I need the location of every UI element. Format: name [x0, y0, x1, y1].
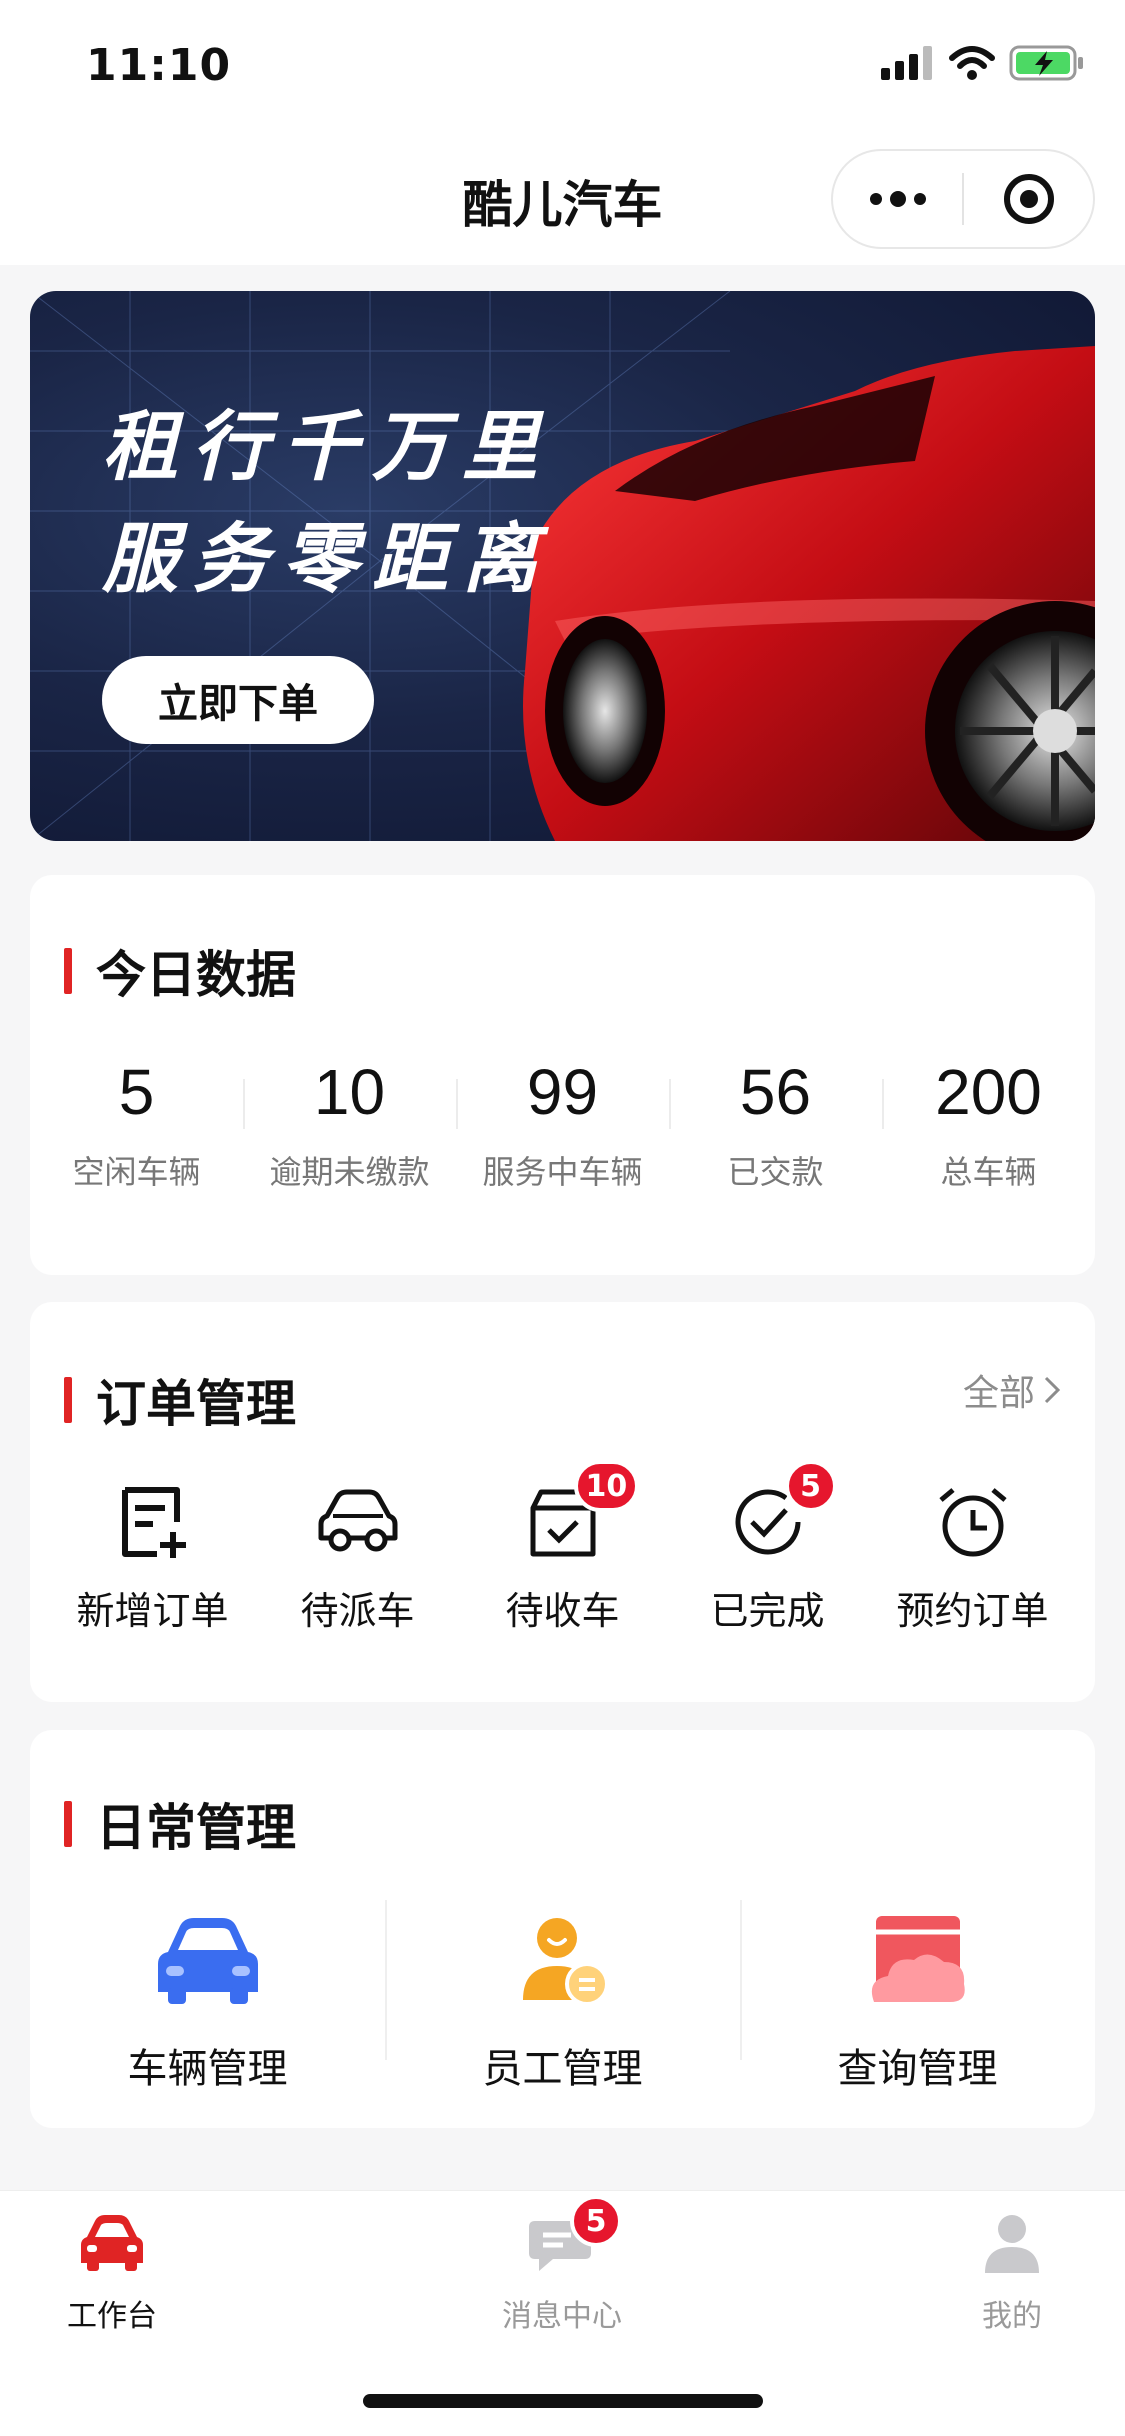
daily-item-staff-management[interactable]: 员工管理 — [385, 1900, 740, 2094]
status-bar: 11:10 — [0, 0, 1125, 135]
order-item-label: 新增订单 — [76, 1589, 229, 1633]
stat-label: 总车辆 — [940, 1153, 1037, 1191]
tab-messages[interactable]: 5 消息中心 — [462, 2195, 662, 2335]
banner-slogan-line1: 租行千万里 — [102, 402, 552, 491]
stat-vehicles-in-service[interactable]: 99 服务中车辆 — [456, 1055, 669, 1193]
stat-value: 56 — [739, 1056, 812, 1128]
pending-return-badge: 10 — [573, 1460, 640, 1512]
stat-label: 服务中车辆 — [482, 1153, 643, 1191]
daily-item-label: 车辆管理 — [127, 2046, 288, 2092]
target-icon — [1003, 174, 1054, 224]
order-item-label: 待收车 — [505, 1589, 620, 1633]
stat-total-vehicles[interactable]: 200 总车辆 — [882, 1055, 1095, 1193]
promo-banner[interactable]: 租行千万里 服务零距离 立即下单 — [30, 291, 1095, 841]
tab-label: 我的 — [982, 2299, 1042, 2334]
title-accent-bar — [64, 1801, 72, 1847]
nav-bar: 酷儿汽车 — [0, 135, 1125, 265]
status-icons — [881, 45, 1085, 81]
status-time: 11:10 — [86, 40, 232, 91]
stat-label: 空闲车辆 — [72, 1153, 201, 1191]
stat-value: 5 — [118, 1056, 155, 1128]
staff-icon — [522, 1918, 609, 2006]
order-item-completed[interactable]: 5 已完成 — [673, 1460, 863, 1635]
stat-value: 99 — [526, 1056, 599, 1128]
title-accent-bar — [64, 1377, 72, 1423]
daily-shortcuts: 车辆管理 员工管理 查询管理 — [30, 1900, 1095, 2094]
order-management-card: 订单管理 全部 新增订单 待派车 10 待收车 5 已完成 预约订单 — [30, 1302, 1095, 1702]
today-data-card: 今日数据 5 空闲车辆 10 逾期未缴款 99 服务中车辆 56 已交款 200… — [30, 875, 1095, 1275]
completed-badge: 5 — [784, 1460, 837, 1512]
stat-label: 已交款 — [727, 1153, 824, 1191]
banner-slogan-line2: 服务零距离 — [102, 514, 552, 603]
order-management-title-text: 订单管理 — [96, 1375, 296, 1433]
daily-management-title-text: 日常管理 — [96, 1799, 296, 1857]
order-item-label: 待派车 — [300, 1589, 415, 1633]
signal-icon — [881, 46, 932, 80]
add-order-icon — [121, 1487, 186, 1558]
order-item-pending-dispatch[interactable]: 待派车 — [263, 1482, 453, 1635]
tab-profile[interactable]: 我的 — [912, 2211, 1112, 2335]
stat-paid[interactable]: 56 已交款 — [669, 1055, 882, 1193]
daily-item-label: 员工管理 — [482, 2046, 643, 2092]
mini-program-capsule — [831, 149, 1095, 249]
order-management-title: 订单管理 — [64, 1364, 296, 1436]
daily-management-card: 日常管理 车辆管理 员工管理 查询管理 — [30, 1730, 1095, 2128]
today-data-title-text: 今日数据 — [96, 946, 296, 1004]
battery-charging-icon — [1009, 45, 1083, 81]
banner-slogan: 租行千万里 服务零距离 — [102, 391, 552, 615]
stat-idle-vehicles[interactable]: 5 空闲车辆 — [30, 1055, 243, 1193]
stats-row: 5 空闲车辆 10 逾期未缴款 99 服务中车辆 56 已交款 200 总车辆 — [30, 1055, 1095, 1193]
car-outline-icon — [318, 1489, 397, 1552]
chevron-right-icon — [1044, 1376, 1061, 1404]
daily-item-vehicle-management[interactable]: 车辆管理 — [30, 1900, 385, 2094]
order-shortcuts: 新增订单 待派车 10 待收车 5 已完成 预约订单 — [30, 1460, 1095, 1635]
order-item-new[interactable]: 新增订单 — [58, 1482, 248, 1635]
order-item-label: 预约订单 — [896, 1589, 1049, 1633]
view-all-label: 全部 — [962, 1373, 1035, 1414]
tab-label: 消息中心 — [502, 2299, 622, 2334]
close-program-button[interactable] — [964, 151, 1093, 247]
order-item-label: 已完成 — [710, 1589, 825, 1633]
order-item-reservation[interactable]: 预约订单 — [878, 1482, 1068, 1635]
tab-workbench[interactable]: 工作台 — [12, 2211, 212, 2335]
car-tab-icon — [81, 2215, 143, 2271]
view-all-orders-link[interactable]: 全部 — [963, 1364, 1061, 1416]
daily-item-query-management[interactable]: 查询管理 — [740, 1900, 1095, 2094]
more-options-button[interactable] — [833, 151, 962, 247]
alarm-clock-icon — [938, 1488, 1007, 1557]
order-item-pending-return[interactable]: 10 待收车 — [468, 1460, 658, 1635]
wifi-icon — [949, 46, 995, 80]
title-accent-bar — [64, 948, 72, 994]
tab-label: 工作台 — [67, 2299, 157, 2334]
daily-item-label: 查询管理 — [837, 2046, 998, 2092]
query-icon — [871, 1916, 965, 2002]
messages-badge: 5 — [570, 2195, 622, 2247]
stat-value: 200 — [935, 1056, 1042, 1128]
vehicle-icon — [157, 1918, 258, 2004]
stat-value: 10 — [313, 1056, 386, 1128]
red-car-illustration — [523, 346, 1095, 841]
stat-label: 逾期未缴款 — [269, 1153, 430, 1191]
home-indicator — [363, 2394, 763, 2408]
stat-overdue-payments[interactable]: 10 逾期未缴款 — [243, 1055, 456, 1193]
today-data-title: 今日数据 — [64, 935, 296, 1007]
daily-management-title: 日常管理 — [64, 1788, 296, 1860]
more-dots-icon — [869, 191, 926, 207]
user-icon — [985, 2215, 1039, 2273]
order-now-button[interactable]: 立即下单 — [102, 656, 374, 744]
